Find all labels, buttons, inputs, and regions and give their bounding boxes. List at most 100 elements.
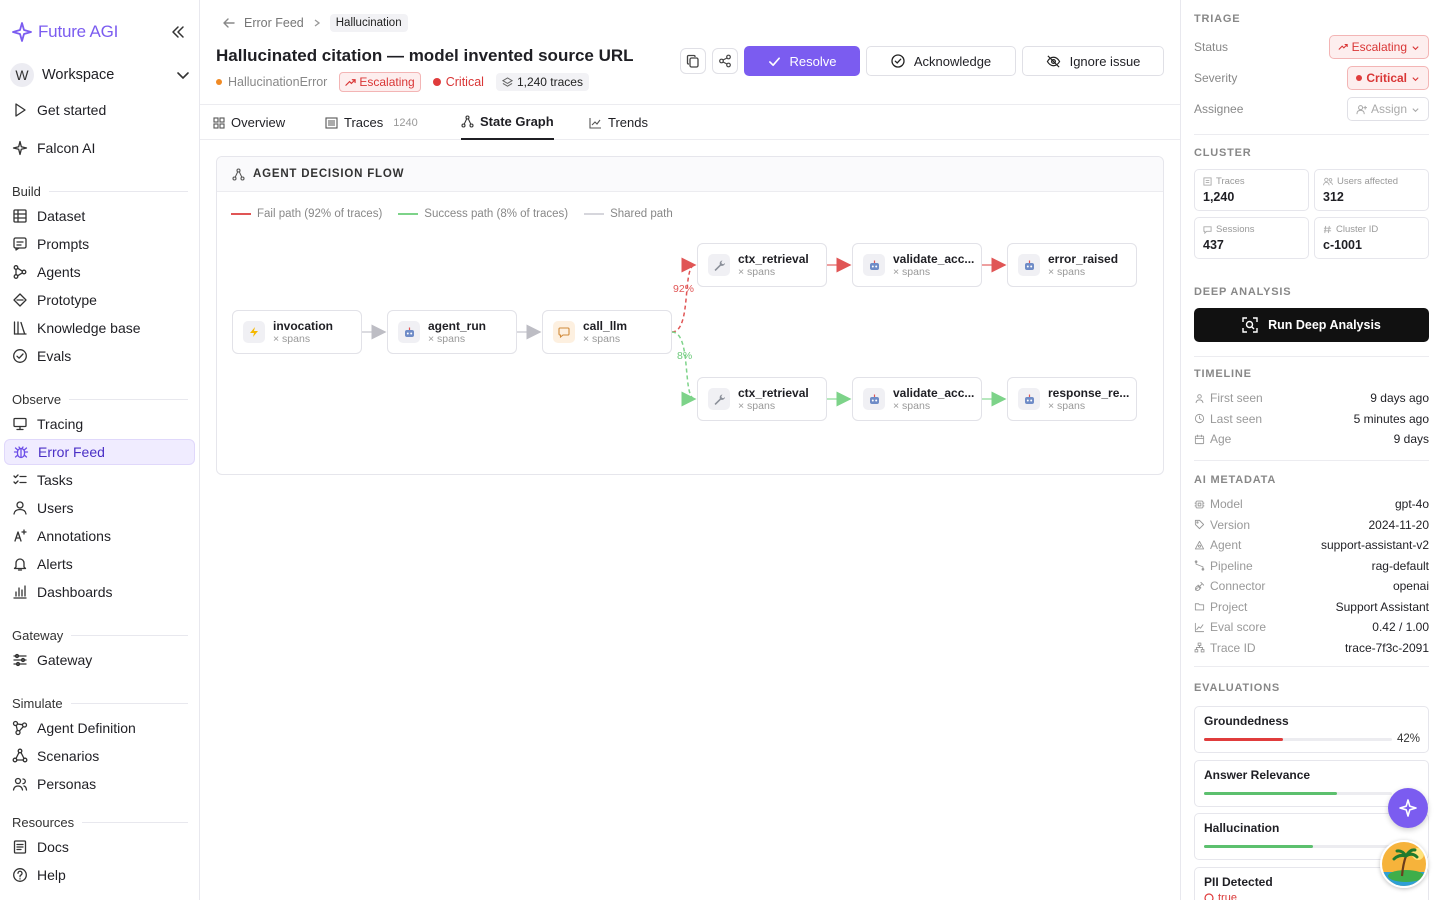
evaluation-name: Answer Relevance [1204, 767, 1311, 782]
hash-icon [1323, 225, 1332, 234]
metadata-value: trace-7f3c-2091 [1344, 640, 1429, 655]
chevron-down-icon [1411, 43, 1420, 52]
acknowledge-button[interactable]: Acknowledge [866, 46, 1016, 76]
calendar-icon [1194, 434, 1205, 445]
sidebar-item-prompts[interactable]: Prompts [4, 231, 195, 257]
status-value: Escalating [1351, 40, 1407, 54]
stat-cluster-value: c-1001 [1323, 238, 1362, 252]
chat-icon [12, 236, 28, 252]
sidebar-item-tracing[interactable]: Tracing [4, 411, 195, 437]
sidebar-item-personas[interactable]: Personas [4, 771, 195, 797]
status-label: Status [1194, 40, 1229, 54]
node-validate-ok[interactable]: validate_acc... × spans [852, 377, 982, 421]
tab-state-graph[interactable]: State Graph [461, 105, 554, 140]
tree-icon [1194, 642, 1205, 653]
sidebar-item-label: Annotations [37, 528, 111, 544]
sidebar-item-falcon-ai[interactable]: Falcon AI [4, 135, 195, 161]
grid-icon [213, 116, 225, 129]
node-name: error_raised [1048, 252, 1119, 266]
chat-bubble-icon [553, 321, 575, 343]
share-button[interactable] [712, 48, 738, 74]
assignee-select[interactable]: Assign [1346, 97, 1429, 121]
page-title: Hallucinated citation — model invented s… [216, 46, 634, 65]
severity-select[interactable]: Critical [1347, 66, 1429, 90]
user-avatar[interactable] [1380, 840, 1428, 888]
folder-icon [1194, 601, 1205, 612]
status-select[interactable]: Escalating [1328, 35, 1429, 59]
stat-traces: Traces 1,240 [1194, 169, 1309, 211]
evaluation-card[interactable]: Groundedness 42% [1194, 706, 1429, 753]
sidebar-item-label: Docs [37, 839, 69, 855]
evaluation-name: Hallucination [1204, 821, 1280, 835]
sidebar-section-gateway: Gateway [12, 628, 188, 643]
brand-logo[interactable]: Future AGI [12, 22, 118, 42]
resolve-button[interactable]: Resolve [744, 46, 860, 76]
sidebar-item-get-started[interactable]: Get started [4, 97, 195, 123]
stat-sessions-label: Sessions [1216, 224, 1255, 235]
sidebar-item-help[interactable]: Help [4, 862, 195, 888]
evaluation-progress-fill [1204, 791, 1338, 795]
sidebar-item-docs[interactable]: Docs [4, 834, 195, 860]
issue-meta: HallucinationError Escalating Critical 1… [216, 72, 589, 92]
breadcrumb-parent[interactable]: Error Feed [244, 16, 304, 30]
node-ctx-retrieval-fail[interactable]: ctx_retrieval × spans [697, 243, 827, 287]
tab-traces[interactable]: Traces 1240 [325, 105, 418, 140]
node-name: response_re... [1048, 386, 1130, 400]
node-validate-fail[interactable]: validate_acc... × spans [852, 243, 982, 287]
ignore-issue-button[interactable]: Ignore issue [1022, 46, 1164, 76]
metadata-label: Project [1210, 599, 1248, 614]
sidebar-item-agent-definition[interactable]: Agent Definition [4, 715, 195, 741]
sidebar-item-alerts[interactable]: Alerts [4, 551, 195, 577]
sidebar-item-scenarios[interactable]: Scenarios [4, 743, 195, 769]
monitor-icon [12, 416, 28, 432]
node-name: ctx_retrieval [738, 252, 809, 266]
user-plus-icon [1356, 104, 1367, 115]
node-name: ctx_retrieval [738, 386, 809, 400]
workspace-switcher[interactable]: W Workspace [10, 62, 190, 88]
collapse-sidebar-icon[interactable] [170, 24, 186, 40]
robot-icon [1018, 254, 1040, 276]
falcon-assistant-button[interactable] [1388, 788, 1428, 828]
evaluation-result: true [1204, 892, 1419, 900]
plug-icon [1194, 581, 1205, 592]
sidebar-item-annotations[interactable]: Annotations [4, 523, 195, 549]
node-response[interactable]: response_re... × spans [1007, 377, 1137, 421]
stat-traces-label: Traces [1216, 176, 1245, 187]
sidebar-item-gateway[interactable]: Gateway [4, 647, 195, 673]
tab-trends[interactable]: Trends [589, 105, 648, 140]
main-content: Error Feed Hallucination Hallucinated ci… [200, 0, 1180, 900]
node-agent-run[interactable]: agent_run × spans [387, 310, 517, 354]
sidebar-item-prototype[interactable]: Prototype [4, 287, 195, 313]
metadata-value: 0.42 / 1.00 [1372, 620, 1429, 634]
sidebar-item-evals[interactable]: Evals [4, 343, 195, 369]
tab-overview[interactable]: Overview [213, 105, 285, 140]
sidebar-item-dataset[interactable]: Dataset [4, 203, 195, 229]
sidebar-item-knowledge-base[interactable]: Knowledge base [4, 315, 195, 341]
sidebar-item-tasks[interactable]: Tasks [4, 467, 195, 493]
tab-overview-label: Overview [231, 115, 286, 130]
node-ctx-retrieval-ok[interactable]: ctx_retrieval × spans [697, 377, 827, 421]
node-call-llm[interactable]: call_llm × spans [542, 310, 672, 354]
sidebar-item-error-feed[interactable]: Error Feed [4, 439, 195, 465]
copy-button[interactable] [680, 48, 706, 74]
error-type-label: HallucinationError [228, 75, 328, 89]
user-icon [12, 500, 28, 516]
node-invocation[interactable]: invocation × spans [232, 310, 362, 354]
sidebar-item-agents[interactable]: Agents [4, 259, 195, 285]
sparkle-icon [1398, 798, 1418, 818]
sidebar-item-label: Tasks [37, 472, 73, 488]
books-icon [12, 320, 28, 336]
stat-users-affected: Users affected 312 [1314, 169, 1429, 211]
node-error-raised[interactable]: error_raised × spans [1007, 243, 1137, 287]
evaluation-progress-track [1204, 791, 1392, 795]
sidebar-item-label: Gateway [37, 652, 93, 668]
sidebar-item-users[interactable]: Users [4, 495, 195, 521]
check-circle-icon [12, 348, 28, 364]
back-arrow-icon[interactable] [222, 16, 236, 30]
sidebar-item-label: Falcon AI [37, 140, 96, 156]
metadata-row: Connector openai [1194, 579, 1429, 593]
clock-icon [1194, 413, 1205, 424]
run-deep-analysis-button[interactable]: Run Deep Analysis [1194, 308, 1429, 342]
bug-icon [13, 444, 29, 460]
sidebar-item-dashboards[interactable]: Dashboards [4, 579, 195, 605]
